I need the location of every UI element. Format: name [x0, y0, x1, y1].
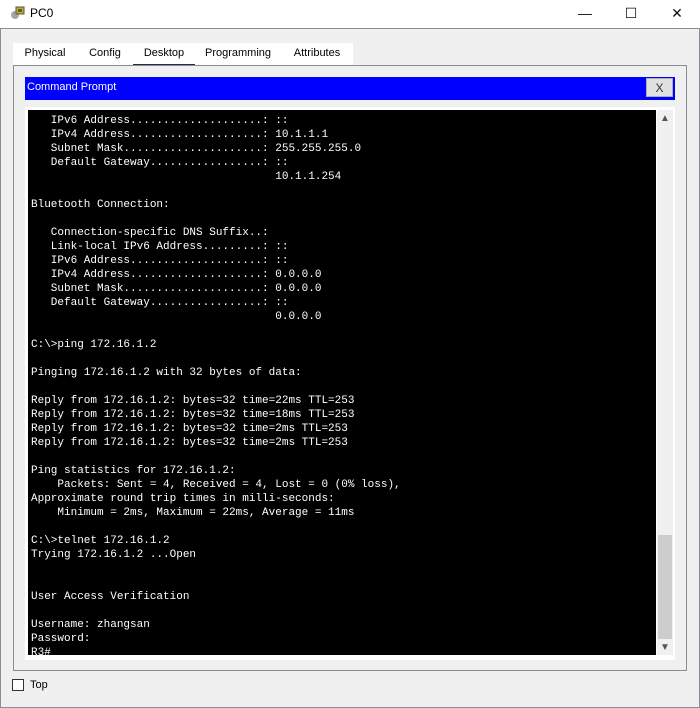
scroll-up-arrow[interactable]: ▲ [657, 110, 673, 126]
terminal-line: Default Gateway.................: :: [31, 157, 289, 169]
scroll-down-arrow[interactable]: ▼ [657, 639, 673, 655]
terminal-line: Username: zhangsan [31, 619, 150, 631]
close-icon: X [655, 80, 664, 95]
terminal-line: Ping statistics for 172.16.1.2: [31, 465, 236, 477]
device-window-frame: Physical Config Desktop Programming Attr… [0, 28, 700, 708]
terminal-line: Connection-specific DNS Suffix..: [31, 227, 276, 239]
command-prompt-close-button[interactable]: X [646, 78, 673, 97]
minimize-button[interactable]: — [562, 0, 608, 26]
tab-bar: Physical Config Desktop Programming Attr… [13, 43, 353, 67]
terminal-scrollbar[interactable]: ▲ ▼ [657, 110, 673, 655]
terminal-line: Reply from 172.16.1.2: bytes=32 time=22m… [31, 395, 355, 407]
terminal-line: IPv4 Address....................: 10.1.1… [31, 129, 329, 141]
window-title: PC0 [30, 6, 54, 20]
terminal-line: C:\>ping 172.16.1.2 [31, 339, 157, 351]
top-checkbox-label: Top [30, 679, 48, 691]
top-checkbox[interactable] [12, 679, 24, 691]
chevron-down-icon: ▼ [660, 641, 670, 653]
terminal-line: C:\>telnet 172.16.1.2 [31, 535, 170, 547]
terminal-line: Reply from 172.16.1.2: bytes=32 time=2ms… [31, 437, 348, 449]
terminal-line: Reply from 172.16.1.2: bytes=32 time=2ms… [31, 423, 348, 435]
title-bar: PC0 — ☐ ✕ [0, 0, 700, 28]
terminal-line: 0.0.0.0 [31, 311, 322, 323]
pc-app-icon [10, 5, 26, 21]
terminal-line: R3# [31, 647, 51, 655]
scrollbar-thumb[interactable] [658, 535, 672, 639]
tab-label: Attributes [293, 47, 341, 59]
tab-attributes[interactable]: Attributes [281, 43, 353, 67]
tab-desktop[interactable]: Desktop [133, 43, 195, 67]
close-window-button[interactable]: ✕ [654, 0, 700, 26]
desktop-panel: Command Prompt X IPv6 Address...........… [13, 65, 687, 671]
chevron-up-icon: ▲ [660, 112, 670, 124]
terminal-line: Subnet Mask.....................: 0.0.0.… [31, 283, 322, 295]
terminal-output[interactable]: IPv6 Address....................: :: IPv… [28, 110, 656, 655]
maximize-button[interactable]: ☐ [608, 0, 654, 26]
tab-config[interactable]: Config [77, 43, 133, 67]
terminal-line: Subnet Mask.....................: 255.25… [31, 143, 362, 155]
close-icon: ✕ [671, 4, 683, 21]
tab-label: Physical [24, 47, 66, 59]
tab-physical[interactable]: Physical [13, 43, 77, 67]
tab-label: Config [89, 47, 121, 59]
terminal-line: User Access Verification [31, 591, 190, 603]
command-prompt-title: Command Prompt [27, 81, 117, 93]
tab-label: Desktop [143, 47, 185, 59]
terminal-line: Default Gateway.................: :: [31, 297, 289, 309]
terminal-line: Pinging 172.16.1.2 with 32 bytes of data… [31, 367, 302, 379]
maximize-icon: ☐ [624, 4, 638, 21]
tab-programming[interactable]: Programming [195, 43, 281, 67]
command-prompt-header: Command Prompt X [25, 77, 675, 100]
terminal-line: Reply from 172.16.1.2: bytes=32 time=18m… [31, 409, 355, 421]
terminal-line: Password: [31, 633, 98, 645]
terminal-line: Packets: Sent = 4, Received = 4, Lost = … [31, 479, 401, 491]
terminal-line: Trying 172.16.1.2 ...Open [31, 549, 197, 561]
terminal-line: Approximate round trip times in milli-se… [31, 493, 335, 505]
top-checkbox-row[interactable]: Top [12, 679, 48, 691]
terminal-line: IPv6 Address....................: :: [31, 115, 289, 127]
terminal-line: 10.1.1.254 [31, 171, 342, 183]
terminal-container: IPv6 Address....................: :: IPv… [25, 107, 675, 660]
minimize-icon: — [578, 5, 592, 21]
terminal-line: Bluetooth Connection: [31, 199, 170, 211]
tab-label: Programming [204, 47, 272, 59]
terminal-line: Minimum = 2ms, Maximum = 22ms, Average =… [31, 507, 355, 519]
terminal-line: IPv6 Address....................: :: [31, 255, 289, 267]
terminal-line: IPv4 Address....................: 0.0.0.… [31, 269, 322, 281]
terminal-line: Link-local IPv6 Address.........: :: [31, 241, 289, 253]
